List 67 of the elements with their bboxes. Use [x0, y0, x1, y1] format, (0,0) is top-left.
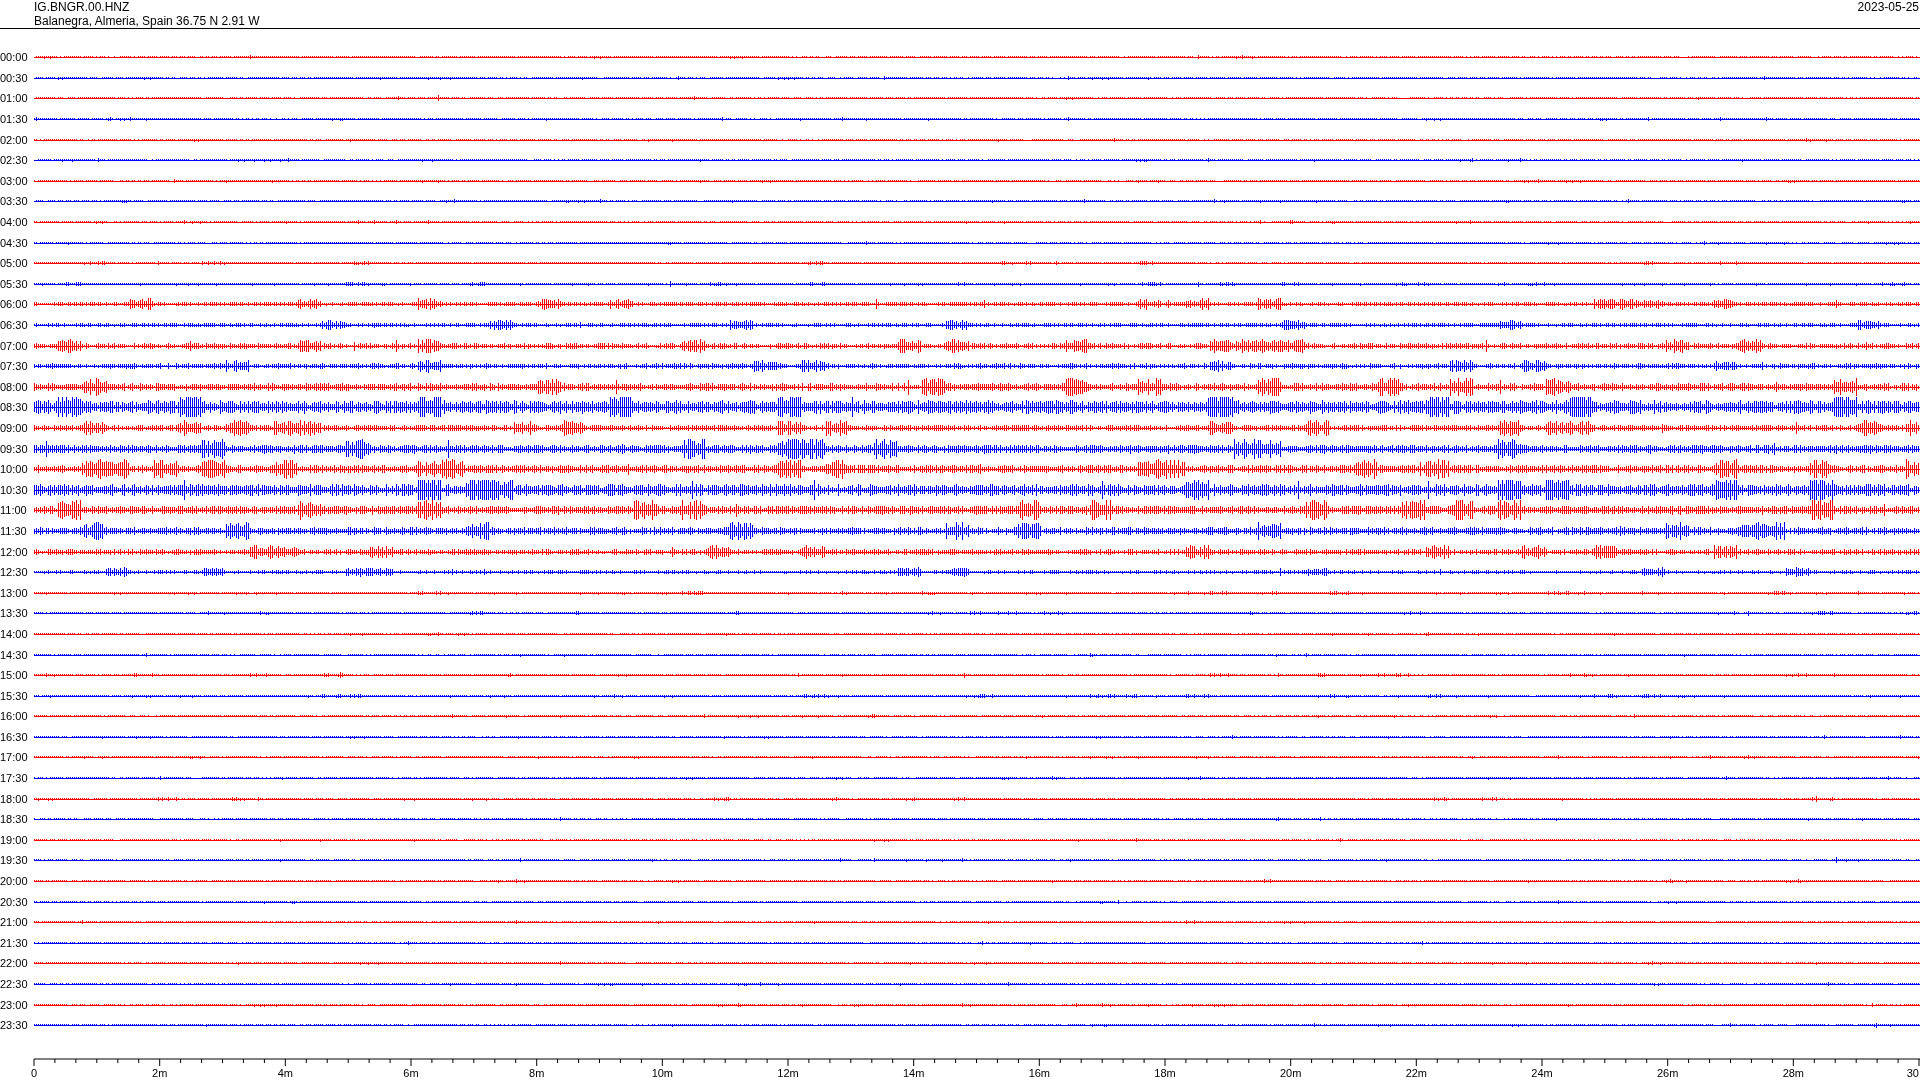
trace-time-label: 18:00 [0, 792, 29, 805]
trace-time-label: 05:00 [0, 257, 29, 270]
axis-tick-label: 18m [1154, 1066, 1176, 1079]
trace-time-label: 02:30 [0, 154, 29, 167]
trace-time-label: 02:00 [0, 133, 29, 146]
trace-time-label: 21:00 [0, 916, 29, 929]
axis-tick-label: 2m [152, 1066, 168, 1079]
station-location: Balanegra, Almeria, Spain 36.75 N 2.91 W [34, 14, 260, 28]
trace-time-label: 06:30 [0, 319, 29, 331]
trace-time-label: 00:30 [0, 71, 29, 84]
trace-time-label: 23:30 [0, 1019, 29, 1032]
trace-time-label: 07:00 [0, 339, 29, 352]
axis-tick-label: 22m [1405, 1066, 1428, 1079]
plot-date: 2023-05-25 [1857, 0, 1920, 14]
trace-time-label: 15:00 [0, 669, 29, 682]
trace-time-label: 09:30 [0, 442, 29, 455]
trace-time-label: 09:00 [0, 422, 29, 434]
trace-time-label: 23:00 [0, 998, 29, 1011]
trace-time-label: 03:00 [0, 174, 29, 187]
trace-time-label: 18:30 [0, 813, 29, 826]
trace-time-label: 21:30 [0, 936, 29, 949]
axis-tick-label: 14m [902, 1066, 925, 1079]
trace-time-label: 20:00 [0, 875, 29, 888]
trace-time-label: 14:30 [0, 648, 29, 661]
trace-time-label: 07:30 [0, 360, 29, 373]
trace-time-label: 11:00 [0, 504, 28, 517]
trace-time-label: 17:00 [0, 751, 29, 764]
axis-tick-label: 10m [651, 1066, 674, 1079]
trace-time-label: 16:00 [0, 710, 29, 723]
axis-tick-label: 8m [529, 1066, 545, 1079]
axis-tick-label: 24m [1531, 1066, 1553, 1079]
trace-time-label: 19:30 [0, 854, 29, 867]
axis-tick-label: 20m [1279, 1066, 1302, 1079]
trace-time-label: 10:00 [0, 463, 29, 476]
axis-tick-label: 12m [777, 1066, 799, 1079]
trace-time-label: 15:30 [0, 689, 29, 702]
trace-time-label: 05:30 [0, 277, 29, 290]
trace-time-label: 16:30 [0, 730, 29, 743]
trace-time-label: 17:30 [0, 772, 29, 785]
trace-time-label: 10:30 [0, 483, 29, 496]
axis-tick-label: 4m [277, 1066, 293, 1079]
trace-time-label: 19:00 [0, 833, 29, 846]
trace-time-label: 22:30 [0, 978, 29, 990]
axis-tick-label: 6m [403, 1066, 419, 1079]
trace-time-label: 08:30 [0, 401, 29, 414]
trace-time-label: 06:00 [0, 298, 29, 311]
trace-time-label: 12:30 [0, 566, 29, 579]
trace-time-label: 00:00 [0, 51, 29, 64]
trace-time-label: 20:30 [0, 895, 29, 908]
trace-time-label: 04:00 [0, 216, 29, 229]
trace-time-label: 04:30 [0, 236, 29, 249]
trace-time-label: 03:30 [0, 195, 29, 208]
axis-tick-label: 0 [31, 1066, 38, 1079]
trace-time-label: 13:30 [0, 607, 29, 620]
axis-tick-label: 26m [1656, 1066, 1679, 1079]
trace-time-label: 01:30 [0, 113, 29, 126]
trace-time-label: 22:00 [0, 957, 29, 970]
trace-time-label: 11:30 [0, 524, 28, 537]
trace-time-label: 01:00 [0, 92, 29, 105]
axis-tick-label: 30 [1906, 1066, 1919, 1079]
station-code: IG.BNGR.00.HNZ [34, 0, 131, 14]
axis-tick-label: 28m [1782, 1066, 1805, 1079]
trace-time-label: 12:00 [0, 545, 29, 558]
trace-time-label: 14:00 [0, 627, 29, 640]
trace-time-label: 13:00 [0, 586, 29, 599]
axis-tick-label: 16m [1028, 1066, 1051, 1079]
trace-time-label: 08:00 [0, 380, 29, 393]
